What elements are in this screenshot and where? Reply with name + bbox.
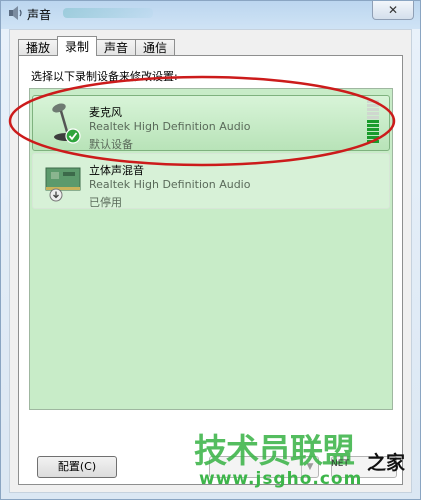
level-segment [367, 100, 379, 103]
configure-button[interactable]: 配置(C) [37, 456, 117, 478]
level-segment [367, 136, 379, 139]
level-segment [367, 128, 379, 131]
watermark-logo: 技术员联盟 [194, 431, 355, 470]
device-microphone[interactable]: 麦克风 Realtek High Definition Audio 默认设备 [32, 95, 390, 151]
instruction-text: 选择以下录制设备来修改设置: [31, 70, 178, 83]
device-driver: Realtek High Definition Audio [89, 120, 251, 133]
level-segment [367, 108, 379, 111]
level-segment [367, 132, 379, 135]
close-button[interactable]: ✕ [372, 1, 414, 20]
close-icon: ✕ [387, 3, 399, 17]
level-segment [367, 116, 379, 119]
tab-bar: 播放 录制 声音 通信 [18, 36, 176, 56]
watermark-url: www.jsgho.com [199, 469, 363, 489]
device-driver: Realtek High Definition Audio [89, 178, 251, 191]
watermark-net: NET [331, 459, 349, 469]
microphone-icon [52, 103, 81, 144]
device-name: 麦克风 [89, 106, 122, 119]
tab-sounds[interactable]: 声音 [96, 39, 137, 56]
sound-dialog: 声音 ✕ 播放 录制 声音 通信 选择以下录制设备来修改设置: 麦克风 Real… [0, 0, 421, 500]
tab-recording[interactable]: 录制 [57, 36, 98, 56]
device-list[interactable]: 麦克风 Realtek High Definition Audio 默认设备 立 [29, 88, 393, 410]
level-segment [367, 124, 379, 127]
device-name: 立体声混音 [89, 164, 144, 177]
level-segment [367, 140, 379, 143]
speaker-icon [9, 6, 22, 20]
level-segment [367, 120, 379, 123]
window-title: 声音 [27, 8, 52, 22]
device-status: 默认设备 [89, 138, 133, 151]
sound-card-icon [45, 167, 81, 202]
tab-playback[interactable]: 播放 [18, 39, 59, 56]
title-bar: 声音 ✕ [1, 1, 420, 27]
device-status: 已停用 [89, 196, 122, 209]
device-stereo-mix[interactable]: 立体声混音 Realtek High Definition Audio 已停用 [32, 153, 390, 209]
watermark-suffix: 之家 [367, 452, 406, 474]
level-segment [367, 104, 379, 107]
title-blur [63, 8, 153, 18]
recording-panel: 选择以下录制设备来修改设置: 麦克风 Realtek High Definiti… [18, 55, 403, 485]
tab-communications[interactable]: 通信 [135, 39, 176, 56]
level-segment [367, 112, 379, 115]
level-meter [367, 100, 379, 146]
